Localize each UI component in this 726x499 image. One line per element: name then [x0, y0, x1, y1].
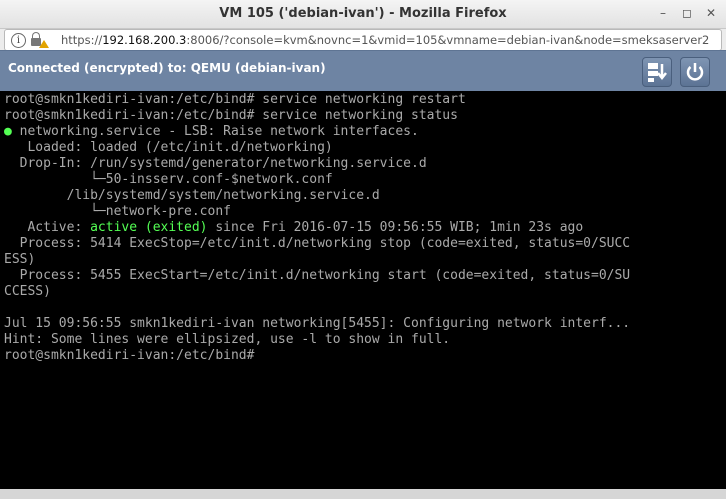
url-scheme: https:// — [61, 33, 103, 47]
terminal-line: /lib/systemd/system/networking.service.d — [4, 188, 380, 203]
terminal-line: root@smkn1kediri-ivan:/etc/bind# — [4, 348, 255, 363]
vnc-console[interactable]: root@smkn1kediri-ivan:/etc/bind# service… — [0, 91, 726, 489]
terminal-line: ESS) — [4, 252, 36, 267]
terminal-line: Process: 5455 ExecStart=/etc/init.d/netw… — [4, 268, 631, 283]
clipboard-button[interactable] — [642, 57, 672, 87]
power-icon — [686, 63, 704, 81]
window-title: VM 105 ('debian-ivan') - Mozilla Firefox — [219, 6, 507, 21]
window-titlebar: VM 105 ('debian-ivan') - Mozilla Firefox… — [0, 0, 726, 29]
terminal-text: networking.service - LSB: Raise network … — [11, 124, 419, 139]
terminal-line: └─network-pre.conf — [4, 204, 231, 219]
maximize-icon[interactable]: ◻ — [680, 6, 694, 20]
close-icon[interactable]: ✕ — [704, 6, 718, 20]
terminal-text: Active: — [4, 220, 91, 235]
terminal-line: root@smkn1kediri-ivan:/etc/bind# service… — [4, 108, 458, 123]
url-host: 192.168.200.3 — [102, 33, 187, 47]
terminal-line: root@smkn1kediri-ivan:/etc/bind# service… — [4, 92, 466, 107]
minimize-icon[interactable]: – — [656, 6, 670, 20]
terminal-line: Process: 5414 ExecStop=/etc/init.d/netwo… — [4, 236, 631, 251]
url-bar[interactable]: i https://192.168.200.3:8006/?console=kv… — [4, 29, 722, 51]
url-text[interactable]: https://192.168.200.3:8006/?console=kvm&… — [61, 33, 709, 47]
info-icon[interactable]: i — [11, 33, 26, 48]
connection-status: Connected (encrypted) to: QEMU (debian-i… — [8, 61, 326, 75]
clipboard-icon — [648, 63, 667, 82]
power-button[interactable] — [680, 57, 710, 87]
status-bullet-icon: ● — [4, 124, 12, 139]
novnc-toolbar: Connected (encrypted) to: QEMU (debian-i… — [0, 50, 726, 92]
terminal-line: CCESS) — [4, 284, 51, 299]
terminal-line: Loaded: loaded (/etc/init.d/networking) — [4, 140, 333, 155]
terminal-line: └─50-insserv.conf-$network.conf — [4, 172, 333, 187]
terminal-line: Drop-In: /run/systemd/generator/networki… — [4, 156, 427, 171]
window-bottom-border — [0, 489, 726, 499]
terminal-line: Hint: Some lines were ellipsized, use -l… — [4, 332, 451, 347]
active-status: active (exited) — [90, 220, 208, 235]
terminal-text: since Fri 2016-07-15 09:56:55 WIB; 1min … — [207, 220, 584, 235]
terminal-line: ● networking.service - LSB: Raise networ… — [4, 124, 419, 140]
url-path: :8006/?console=kvm&novnc=1&vmid=105&vmna… — [186, 33, 710, 47]
warning-icon — [39, 40, 49, 48]
terminal-line: Jul 15 09:56:55 smkn1kediri-ivan network… — [4, 316, 631, 331]
terminal-line: Active: active (exited) since Fri 2016-0… — [4, 220, 583, 236]
